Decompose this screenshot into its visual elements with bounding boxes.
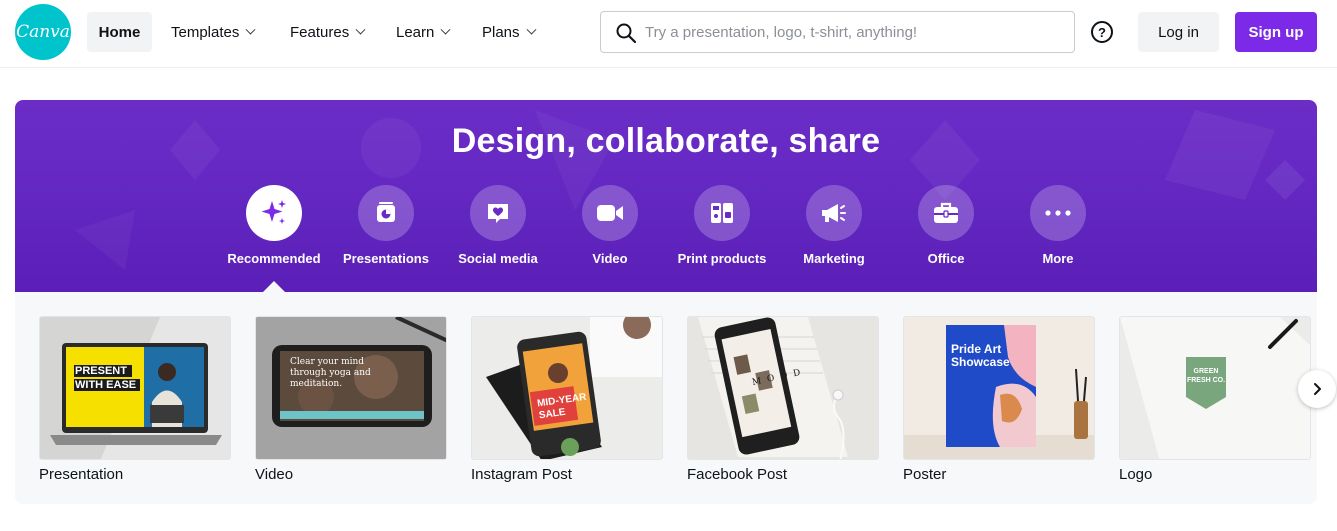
design-thumbnail: PRESENT WITH EASE xyxy=(39,316,231,460)
signup-button[interactable]: Sign up xyxy=(1235,12,1317,52)
category-circle xyxy=(918,185,974,241)
briefcase-icon xyxy=(934,202,958,223)
design-thumbnail: Pride Art Showcase xyxy=(903,316,1095,460)
design-type-carousel: PRESENT WITH EASE Presentation Clear you… xyxy=(15,292,1317,504)
category-print-products[interactable]: Print products xyxy=(666,185,778,266)
hero-title: Design, collaborate, share xyxy=(451,122,881,160)
signup-label: Sign up xyxy=(1248,23,1304,41)
nav-learn[interactable]: Learn xyxy=(396,12,451,52)
facebook-thumbnail-art xyxy=(688,317,878,459)
design-thumbnail: Clear your mind through yoga and meditat… xyxy=(255,316,447,460)
category-video[interactable]: Video xyxy=(554,185,666,266)
hero-banner: Design, collaborate, share Recommended P… xyxy=(15,100,1317,292)
help-glyph: ? xyxy=(1098,24,1106,40)
chevron-right-icon xyxy=(1314,383,1321,395)
sparkle-icon xyxy=(261,200,286,224)
login-button[interactable]: Log in xyxy=(1138,12,1219,52)
category-office[interactable]: Office xyxy=(890,185,1002,266)
poster-thumbnail-art xyxy=(904,317,1094,459)
heart-chat-icon xyxy=(488,204,508,223)
category-more[interactable]: More xyxy=(1002,185,1114,266)
category-label: Print products xyxy=(677,251,767,266)
carousel-next-button[interactable] xyxy=(1298,370,1336,408)
category-marketing[interactable]: Marketing xyxy=(778,185,890,266)
active-category-pointer xyxy=(263,281,285,292)
category-label: Presentations xyxy=(343,251,429,266)
presentation-thumb-text: PRESENT WITH EASE xyxy=(75,365,137,391)
nav-home-label: Home xyxy=(98,23,141,41)
nav-plans-label: Plans xyxy=(482,23,520,41)
category-label: Marketing xyxy=(803,251,865,266)
top-navigation: Canva Home Templates Features Learn Plan… xyxy=(0,0,1337,68)
design-card-logo[interactable]: GREEN FRESH CO. Logo xyxy=(1119,316,1311,483)
design-thumbnail: MOOD xyxy=(687,316,879,460)
nav-home[interactable]: Home xyxy=(87,12,152,52)
category-presentations[interactable]: Presentations xyxy=(330,185,442,266)
design-card-presentation[interactable]: PRESENT WITH EASE Presentation xyxy=(39,316,231,483)
design-card-title: Video xyxy=(255,466,294,483)
design-thumbnail: GREEN FRESH CO. xyxy=(1119,316,1311,460)
design-card-facebook-post[interactable]: MOOD Facebook Post xyxy=(687,316,879,483)
category-circle xyxy=(582,185,638,241)
presentation-icon xyxy=(377,202,395,222)
logo-thumbnail-art xyxy=(1120,317,1310,459)
design-thumbnail: MID-YEAR SALE xyxy=(471,316,663,460)
design-card-poster[interactable]: Pride Art Showcase Poster xyxy=(903,316,1095,483)
chevron-down-icon xyxy=(355,24,366,35)
help-circle-icon[interactable]: ? xyxy=(1091,21,1113,43)
category-circle xyxy=(806,185,862,241)
design-card-instagram-post[interactable]: MID-YEAR SALE Instagram Post xyxy=(471,316,663,483)
category-circle xyxy=(1030,185,1086,241)
category-label: Social media xyxy=(458,251,538,266)
category-recommended[interactable]: Recommended xyxy=(218,185,330,266)
chevron-down-icon xyxy=(440,24,451,35)
design-card-title: Presentation xyxy=(39,466,124,483)
canva-logo[interactable]: Canva xyxy=(15,4,71,60)
video-thumb-text: Clear your mind through yoga and meditat… xyxy=(290,357,371,389)
search-icon xyxy=(616,23,637,44)
category-social-media[interactable]: Social media xyxy=(442,185,554,266)
chevron-down-icon xyxy=(526,24,536,35)
design-card-title: Poster xyxy=(903,466,947,483)
video-camera-icon xyxy=(597,205,623,221)
instagram-thumbnail-art xyxy=(472,317,662,459)
nav-learn-label: Learn xyxy=(396,23,435,41)
category-circle xyxy=(470,185,526,241)
design-card-title: Logo xyxy=(1119,466,1153,483)
nav-templates[interactable]: Templates xyxy=(171,12,256,52)
chevron-down-icon xyxy=(245,24,256,35)
category-label: More xyxy=(1042,251,1074,266)
design-card-title: Instagram Post xyxy=(471,466,572,483)
logo-thumb-text: GREEN FRESH CO. xyxy=(1186,368,1226,384)
megaphone-icon xyxy=(822,204,846,222)
search-box xyxy=(600,11,1075,53)
login-label: Log in xyxy=(1158,23,1199,41)
logo-text: Canva xyxy=(16,22,70,42)
print-products-icon xyxy=(711,203,733,223)
design-card-video[interactable]: Clear your mind through yoga and meditat… xyxy=(255,316,447,483)
poster-thumb-text: Pride Art Showcase xyxy=(951,342,1010,369)
nav-plans[interactable]: Plans xyxy=(482,12,536,52)
category-circle xyxy=(694,185,750,241)
design-card-title: Facebook Post xyxy=(687,466,788,483)
search-input[interactable] xyxy=(645,12,1065,52)
category-label: Office xyxy=(927,251,965,266)
more-dots-icon xyxy=(1045,210,1071,216)
nav-features-label: Features xyxy=(290,23,350,41)
category-label: Recommended xyxy=(227,251,321,266)
category-label: Video xyxy=(592,251,628,266)
category-circle xyxy=(246,185,302,241)
nav-templates-label: Templates xyxy=(171,23,240,41)
category-circle xyxy=(358,185,414,241)
nav-features[interactable]: Features xyxy=(290,12,366,52)
